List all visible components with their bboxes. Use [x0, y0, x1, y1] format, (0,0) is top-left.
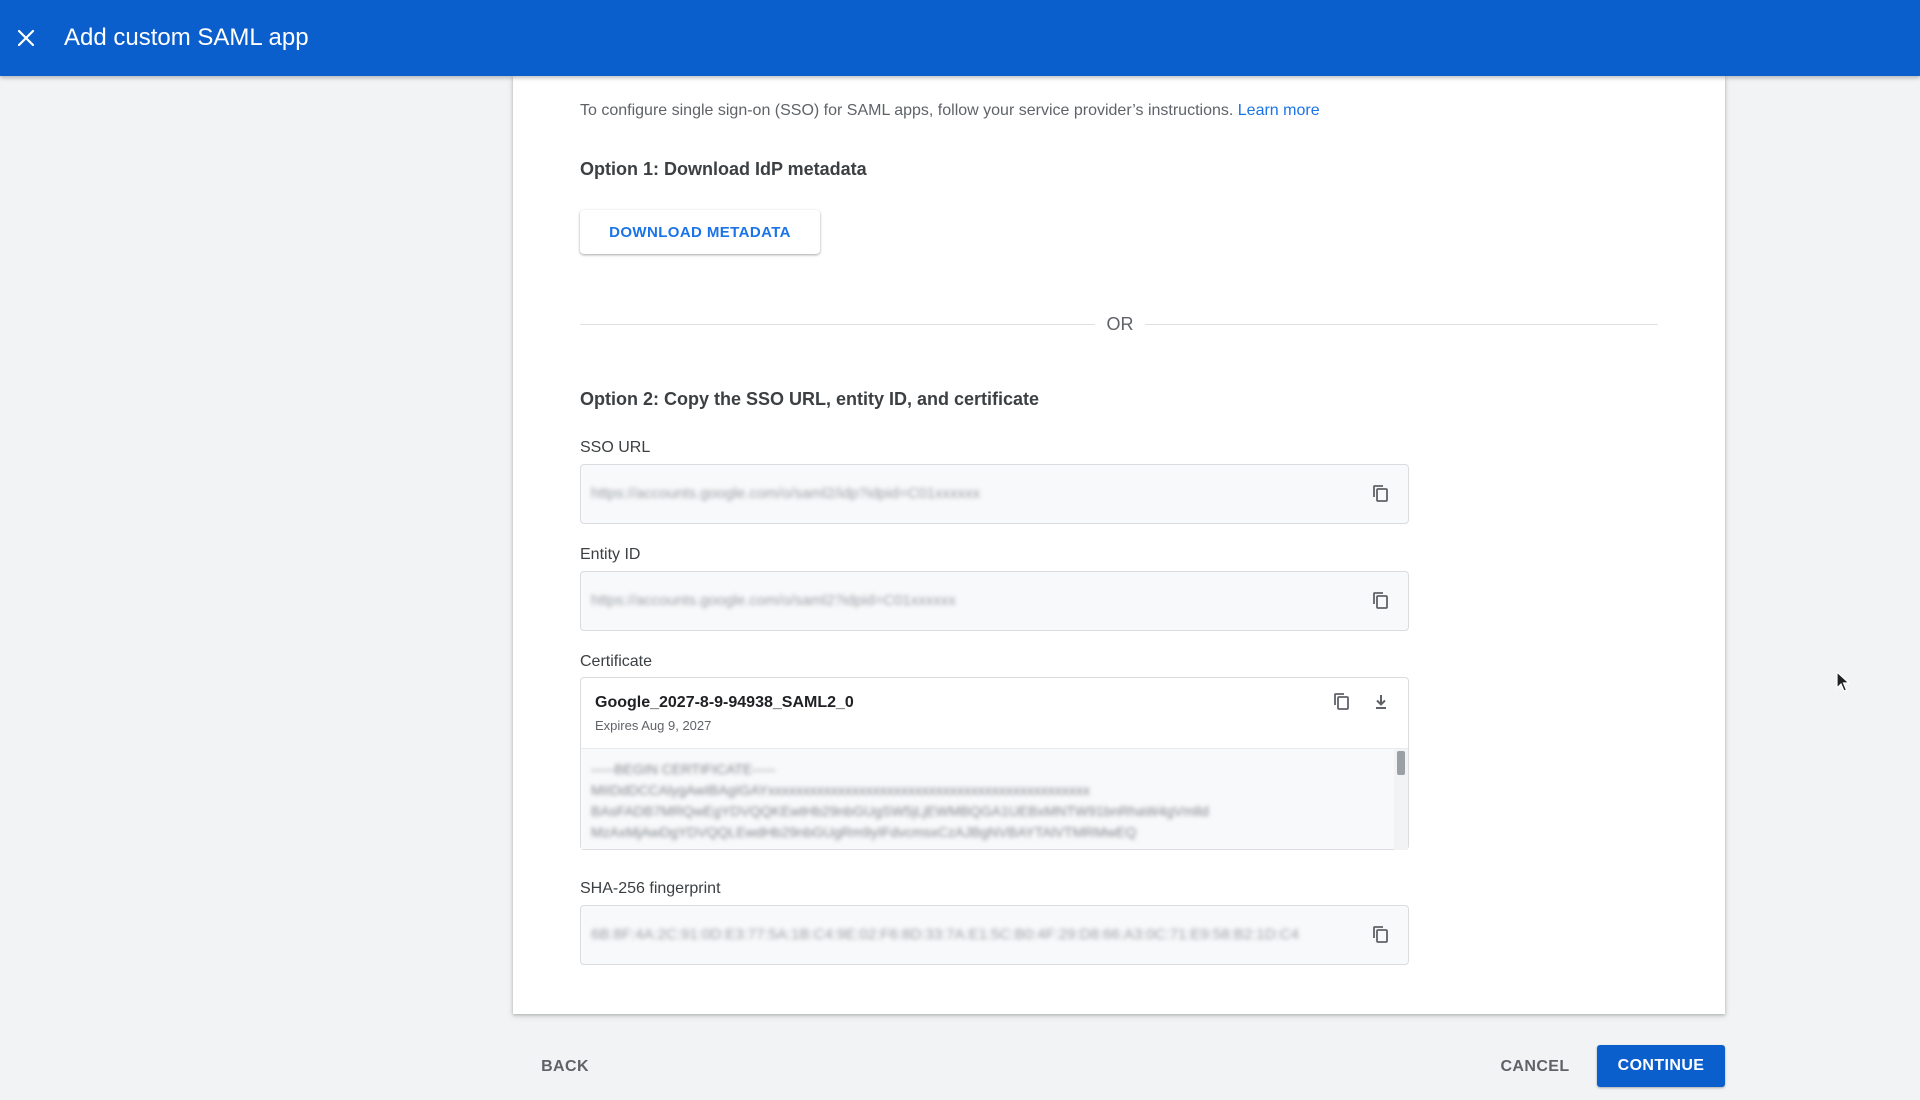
page-title: Add custom SAML app	[64, 24, 309, 51]
certificate-line: MIIDdDCCAlygAwIBAgIGAYxxxxxxxxxxxxxxxxxx…	[591, 782, 1090, 798]
mouse-pointer-icon	[1836, 671, 1851, 692]
certificate-label: Certificate	[580, 653, 653, 670]
learn-more-link[interactable]: Learn more	[1238, 102, 1320, 119]
saml-config-card: To configure single sign-on (SSO) for SA…	[513, 76, 1725, 1014]
divider-line-left	[580, 324, 1095, 325]
fingerprint-field[interactable]: 6B:8F:4A:2C:91:0D:E3:77:5A:1B:C4:9E:02:F…	[580, 905, 1409, 965]
option1-title: Option 1: Download IdP metadata	[580, 159, 867, 179]
copy-icon	[1373, 592, 1388, 609]
sso-url-label: SSO URL	[580, 439, 651, 456]
divider-line-right	[1145, 324, 1658, 325]
download-metadata-button[interactable]: DOWNLOAD METADATA	[580, 210, 820, 254]
option2-title: Option 2: Copy the SSO URL, entity ID, a…	[580, 389, 1040, 409]
back-button[interactable]: BACK	[530, 1049, 600, 1085]
continue-button[interactable]: CONTINUE	[1597, 1045, 1725, 1087]
copy-icon	[1334, 693, 1349, 710]
copy-icon	[1373, 926, 1388, 943]
copy-icon	[1373, 485, 1388, 502]
copy-sso-url-button[interactable]	[1365, 478, 1397, 510]
certificate-scrollbar[interactable]	[1394, 749, 1408, 850]
entity-id-value: https://accounts.google.com/o/saml2?idpi…	[591, 592, 956, 609]
certificate-line: BAsFADB7MRQwEgYDVQQKEwtHb29nbGUgSW5jLjEW…	[591, 803, 1209, 819]
copy-fingerprint-button[interactable]	[1365, 919, 1397, 951]
sso-url-field[interactable]: https://accounts.google.com/o/saml2/idp?…	[580, 464, 1409, 524]
certificate-line: MzAxMjAwDgYDVQQLEwdHb29nbGUgRm9yIFdvcmsx…	[591, 824, 1137, 840]
certificate-name: Google_2027-8-9-94938_SAML2_0	[595, 694, 854, 711]
app-header: Add custom SAML app	[0, 0, 1920, 76]
copy-entity-id-button[interactable]	[1365, 585, 1397, 617]
sso-url-value: https://accounts.google.com/o/saml2/idp?…	[591, 485, 980, 502]
fingerprint-value: 6B:8F:4A:2C:91:0D:E3:77:5A:1B:C4:9E:02:F…	[591, 926, 1299, 943]
close-button[interactable]	[0, 12, 52, 64]
entity-id-label: Entity ID	[580, 546, 641, 563]
download-certificate-button[interactable]	[1365, 686, 1397, 718]
or-divider: OR	[580, 310, 1658, 340]
certificate-box: Google_2027-8-9-94938_SAML2_0 Expires Au…	[580, 677, 1409, 850]
certificate-text-area[interactable]: -----BEGIN CERTIFICATE----- MIIDdDCCAlyg…	[581, 748, 1408, 850]
certificate-content: -----BEGIN CERTIFICATE----- MIIDdDCCAlyg…	[591, 759, 1209, 843]
fingerprint-label: SHA-256 fingerprint	[580, 880, 721, 897]
certificate-expiry: Expires Aug 9, 2027	[595, 718, 712, 733]
entity-id-field[interactable]: https://accounts.google.com/o/saml2?idpi…	[580, 571, 1409, 631]
certificate-line: -----BEGIN CERTIFICATE-----	[591, 761, 776, 777]
or-label: OR	[1106, 314, 1134, 334]
intro-description: To configure single sign-on (SSO) for SA…	[580, 102, 1234, 119]
download-icon	[1376, 695, 1386, 709]
copy-certificate-button[interactable]	[1326, 686, 1358, 718]
close-icon	[17, 29, 35, 47]
scrollbar-thumb[interactable]	[1397, 751, 1405, 775]
intro-text: To configure single sign-on (SSO) for SA…	[580, 102, 1320, 120]
cancel-button[interactable]: CANCEL	[1490, 1049, 1580, 1085]
